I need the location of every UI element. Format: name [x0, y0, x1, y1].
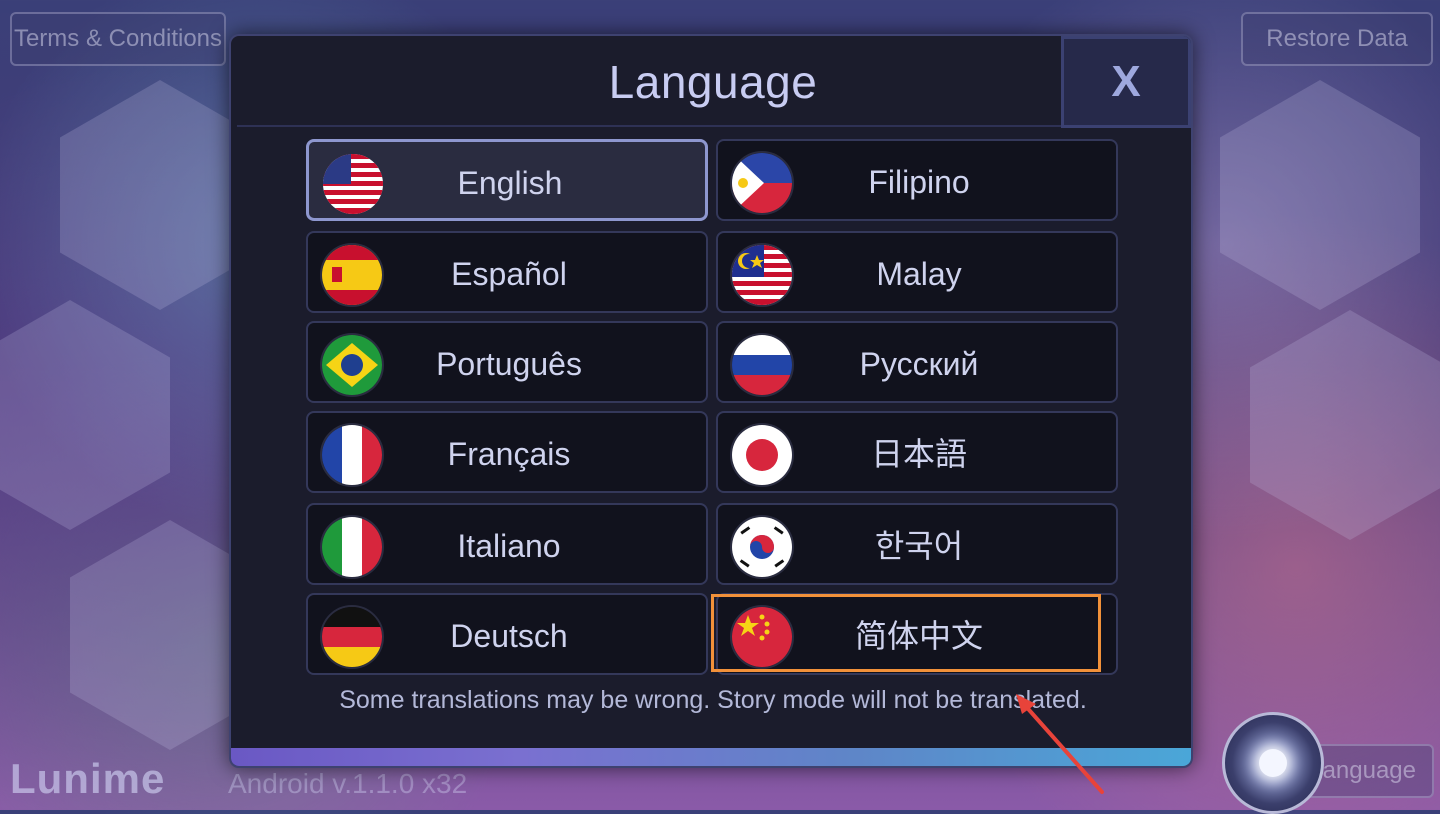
- language-option-japanese[interactable]: 日本語: [716, 411, 1118, 493]
- language-option-russian[interactable]: Русский: [716, 321, 1118, 403]
- annotation-arrow-icon: [1016, 694, 1104, 794]
- language-label: Français: [447, 436, 571, 472]
- close-button[interactable]: X: [1061, 36, 1191, 128]
- china-flag-icon: [730, 605, 794, 669]
- language-option-chinese[interactable]: 简体中文: [711, 593, 1118, 675]
- background-art: [0, 300, 170, 530]
- language-label: Filipino: [868, 164, 970, 200]
- lunime-logo: Lunime: [10, 755, 166, 802]
- dialog-title: Language: [608, 56, 818, 108]
- background-art: [1250, 310, 1440, 540]
- close-icon: X: [1111, 57, 1141, 106]
- language-label: 日本語: [870, 436, 967, 472]
- language-label: Português: [436, 346, 582, 382]
- language-option-italiano[interactable]: Italiano: [306, 503, 708, 585]
- language-option-espanol[interactable]: Español: [306, 231, 708, 313]
- language-label: Español: [451, 256, 567, 292]
- language-label: Italiano: [457, 528, 561, 564]
- language-option-korean[interactable]: 한국어: [716, 503, 1118, 585]
- language-label: Malay: [876, 256, 962, 292]
- settings-gear-icon[interactable]: [1222, 712, 1324, 814]
- language-option-filipino[interactable]: Filipino: [716, 139, 1118, 221]
- language-option-francais[interactable]: Français: [306, 411, 708, 493]
- language-label: Русский: [859, 346, 979, 382]
- language-label: 한국어: [874, 528, 964, 564]
- language-dialog: Language X English Filipino Español Mala…: [229, 34, 1193, 768]
- restore-data-button[interactable]: Restore Data: [1241, 12, 1433, 66]
- language-option-deutsch[interactable]: Deutsch: [306, 593, 708, 675]
- background-art: [1220, 80, 1420, 310]
- language-label: 简体中文: [854, 618, 983, 654]
- language-option-english[interactable]: English: [306, 139, 708, 221]
- language-label: English: [457, 165, 563, 201]
- language-label: Deutsch: [450, 618, 568, 654]
- language-option-malay[interactable]: Malay: [716, 231, 1118, 313]
- version-label: Android v.1.1.0 x32: [228, 768, 468, 799]
- terms-conditions-button[interactable]: Terms & Conditions: [10, 12, 226, 66]
- language-option-portugues[interactable]: Português: [306, 321, 708, 403]
- title-divider: [237, 125, 1189, 127]
